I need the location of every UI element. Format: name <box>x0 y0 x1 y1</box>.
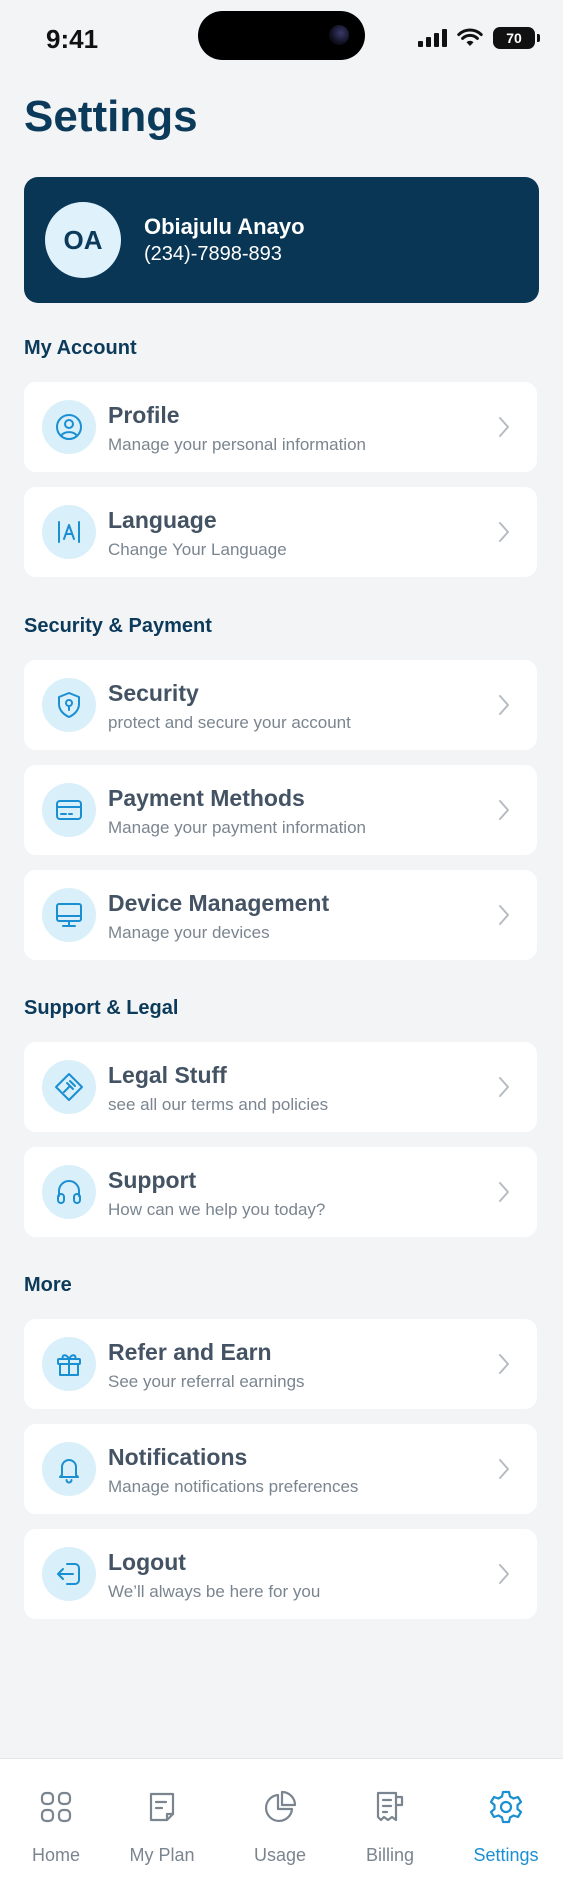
item-subtitle: See your referral earnings <box>108 1372 305 1391</box>
section-title-more: More <box>24 1274 72 1296</box>
section-title-security-payment: Security & Payment <box>24 615 212 637</box>
item-subtitle: Manage notifications preferences <box>108 1477 359 1496</box>
battery-indicator: 70 <box>493 27 540 49</box>
dynamic-island <box>198 11 365 60</box>
system-icons: 70 <box>418 26 540 50</box>
settings-item-profile[interactable]: Profile Manage your personal information <box>24 382 537 472</box>
chevron-right-icon <box>499 1182 509 1202</box>
bell-icon <box>42 1442 96 1496</box>
settings-item-support[interactable]: Support How can we help you today? <box>24 1147 537 1237</box>
gear-icon <box>489 1790 523 1824</box>
item-title: Security <box>108 680 199 706</box>
settings-item-security[interactable]: Security protect and secure your account <box>24 660 537 750</box>
settings-item-payment-methods[interactable]: Payment Methods Manage your payment info… <box>24 765 537 855</box>
item-subtitle: Manage your personal information <box>108 435 366 454</box>
tab-settings[interactable]: Settings <box>450 1759 562 1904</box>
settings-item-legal-stuff[interactable]: Legal Stuff see all our terms and polici… <box>24 1042 537 1132</box>
chevron-right-icon <box>499 1459 509 1479</box>
user-icon <box>42 400 96 454</box>
item-title: Language <box>108 507 217 533</box>
item-subtitle: Manage your devices <box>108 923 270 942</box>
chevron-right-icon <box>499 1354 509 1374</box>
item-title: Support <box>108 1167 197 1193</box>
status-time: 9:41 <box>46 24 99 54</box>
chevron-right-icon <box>499 1564 509 1584</box>
plan-icon <box>149 1792 175 1822</box>
item-subtitle: protect and secure your account <box>108 713 351 732</box>
item-subtitle: How can we help you today? <box>108 1200 326 1219</box>
language-icon <box>42 505 96 559</box>
settings-item-logout[interactable]: Logout We’ll always be here for you <box>24 1529 537 1619</box>
settings-item-notifications[interactable]: Notifications Manage notifications prefe… <box>24 1424 537 1514</box>
item-subtitle: Manage your payment information <box>108 818 366 837</box>
settings-item-language[interactable]: Language Change Your Language <box>24 487 537 577</box>
tab-label: Settings <box>473 1845 539 1865</box>
profile-card[interactable]: OA Obiajulu Anayo (234)-7898-893 <box>24 177 539 303</box>
chevron-right-icon <box>499 417 509 437</box>
headphones-icon <box>42 1165 96 1219</box>
settings-item-device-management[interactable]: Device Management Manage your devices <box>24 870 537 960</box>
item-title: Legal Stuff <box>108 1062 227 1088</box>
chevron-right-icon <box>499 800 509 820</box>
wifi-icon <box>457 28 483 46</box>
item-title: Logout <box>108 1549 186 1575</box>
receipt-icon <box>376 1791 404 1822</box>
tab-label: Usage <box>253 1845 307 1865</box>
chevron-right-icon <box>499 522 509 542</box>
status-bar: 9:41 70 <box>0 0 563 80</box>
item-title: Payment Methods <box>108 785 305 811</box>
item-title: Notifications <box>108 1444 248 1470</box>
tab-bar: Home My Plan Usage Billing Settings <box>0 1758 563 1904</box>
chevron-right-icon <box>499 695 509 715</box>
gavel-icon <box>42 1060 96 1114</box>
item-title: Refer and Earn <box>108 1339 272 1365</box>
tab-billing[interactable]: Billing <box>334 1759 446 1904</box>
section-title-my-account: My Account <box>24 337 137 359</box>
tab-my-plan[interactable]: My Plan <box>106 1759 218 1904</box>
tab-home[interactable]: Home <box>0 1759 112 1904</box>
pie-chart-icon <box>265 1790 297 1822</box>
grid-icon <box>40 1791 72 1823</box>
user-name: Obiajulu Anayo <box>144 214 305 239</box>
item-title: Device Management <box>108 890 330 916</box>
item-subtitle: see all our terms and policies <box>108 1095 329 1114</box>
page-title: Settings <box>24 92 198 141</box>
gift-icon <box>42 1337 96 1391</box>
camera-icon <box>329 25 349 45</box>
shield-icon <box>42 678 96 732</box>
tab-label: Home <box>31 1845 80 1865</box>
tab-label: Billing <box>365 1845 415 1865</box>
avatar: OA <box>45 202 121 278</box>
tab-label: My Plan <box>129 1845 195 1865</box>
chevron-right-icon <box>499 905 509 925</box>
tab-usage[interactable]: Usage <box>224 1759 336 1904</box>
item-subtitle: We’ll always be here for you <box>108 1582 321 1601</box>
monitor-icon <box>42 888 96 942</box>
user-phone: (234)-7898-893 <box>144 243 282 265</box>
logout-icon <box>42 1547 96 1601</box>
chevron-right-icon <box>499 1077 509 1097</box>
settings-item-refer-and-earn[interactable]: Refer and Earn See your referral earning… <box>24 1319 537 1409</box>
item-title: Profile <box>108 402 180 428</box>
item-subtitle: Change Your Language <box>108 540 287 559</box>
section-title-support-legal: Support & Legal <box>24 997 179 1019</box>
cellular-signal-icon <box>418 29 447 47</box>
card-icon <box>42 783 96 837</box>
